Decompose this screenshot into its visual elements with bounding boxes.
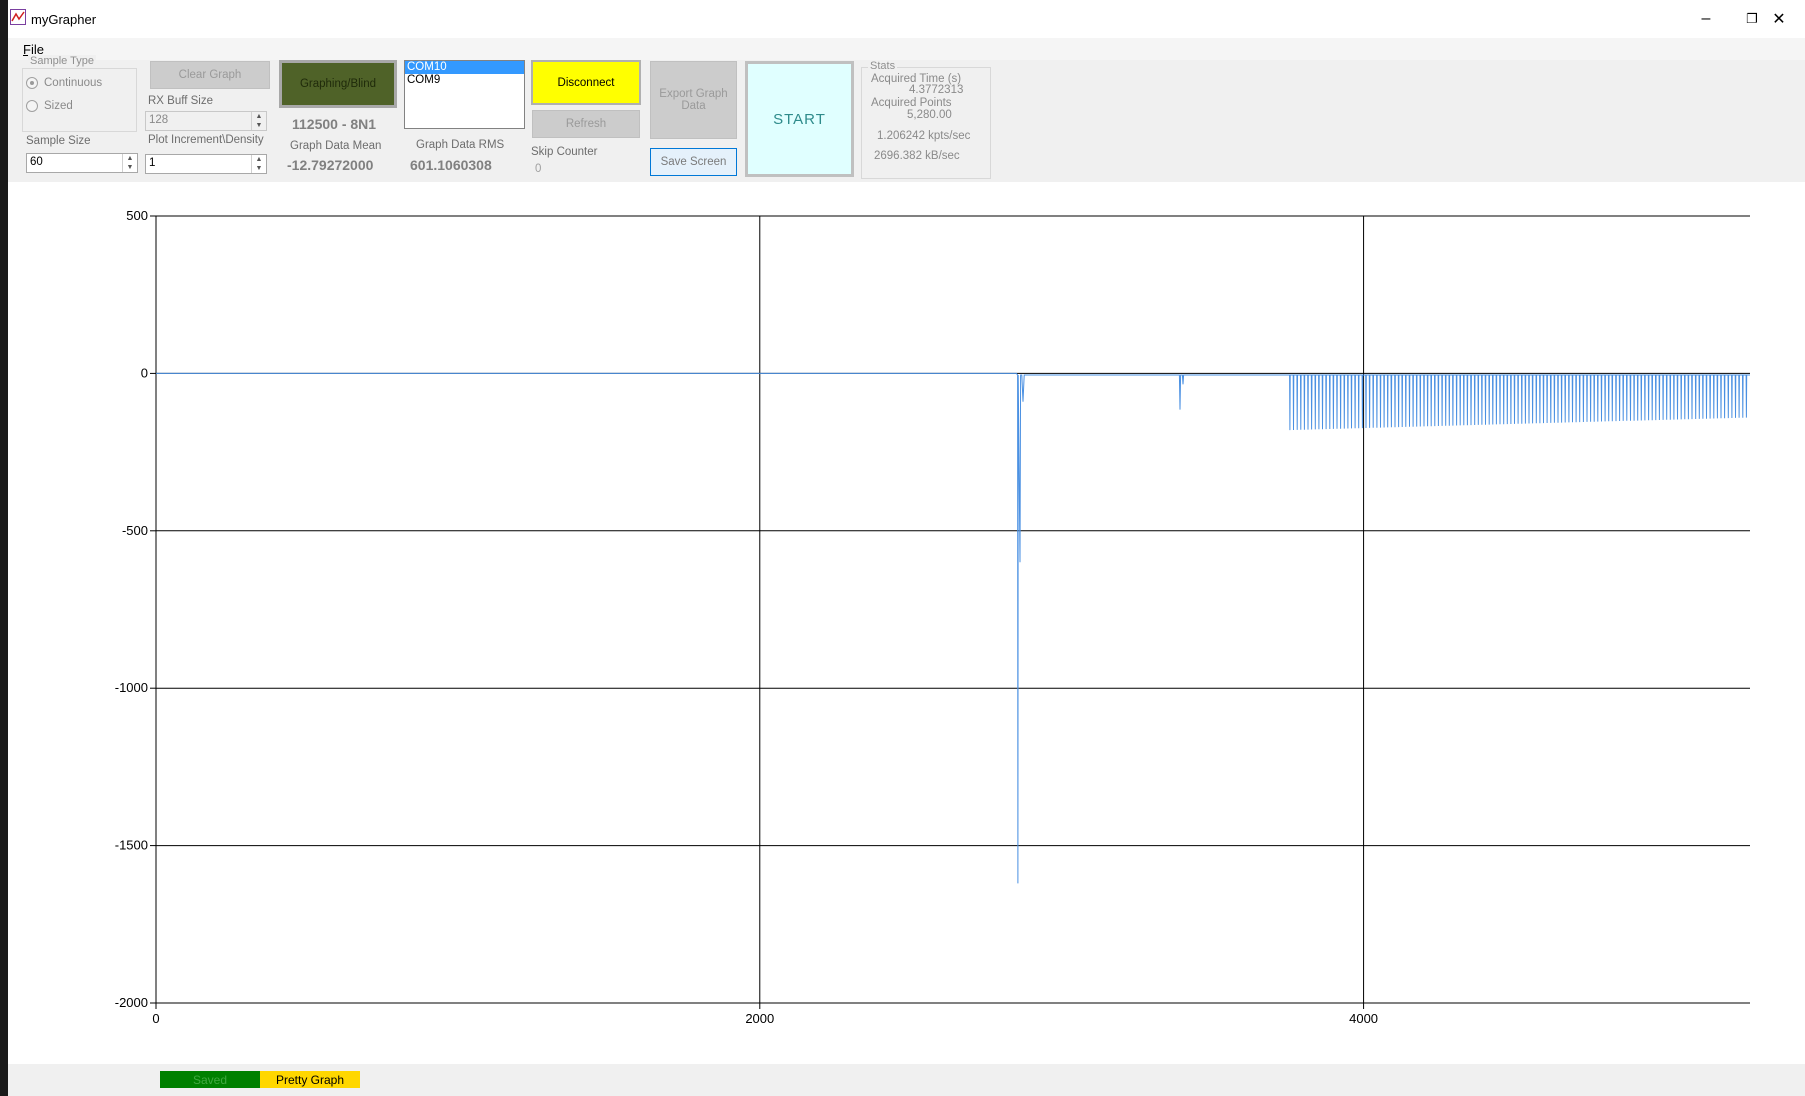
window-title: myGrapher [31,12,97,27]
y-tick-label: -500 [122,523,148,538]
rx-buff-value: 128 [149,114,169,126]
signal-chart: 500 0 -500 -1000 -1500 -2000 0 2000 4000 [115,208,1750,1026]
sample-type-legend: Sample Type [28,55,97,67]
radio-sized-label: Sized [44,100,73,112]
y-axis-ticks: 500 0 -500 -1000 -1500 -2000 [115,208,148,1010]
sample-size-label: Sample Size [26,135,91,147]
y-tick-label: -1500 [115,838,148,853]
graph-mean-label: Graph Data Mean [290,140,382,152]
skip-counter-value: 0 [535,163,542,175]
rx-buff-label: RX Buff Size [148,95,213,107]
sample-size-spinner[interactable]: ▲ ▼ [122,154,137,172]
status-pretty-graph: Pretty Graph [260,1071,360,1088]
plot-increment-label: Plot Increment\Density [148,134,264,146]
sample-size-input[interactable]: 60 ▲ ▼ [26,153,138,173]
port-listbox[interactable]: COM10 COM9 [404,60,525,129]
acquired-time-value: 4.3772313 [909,84,964,96]
plot-increment-spinner[interactable]: ▲ ▼ [251,155,266,173]
x-tick-label: 0 [152,1011,159,1026]
skip-counter-label: Skip Counter [531,146,598,158]
x-tick-label: 4000 [1349,1011,1378,1026]
acquired-points-label: Acquired Points [871,97,952,109]
acquired-points-value: 5,280.00 [907,109,952,121]
port-item-com9[interactable]: COM9 [405,74,524,87]
start-button[interactable]: START [745,61,854,177]
rx-buff-spinner[interactable]: ▲ ▼ [251,112,266,130]
port-item-com10[interactable]: COM10 [405,61,524,74]
plot-increment-value: 1 [149,157,156,169]
serial-config-text: 112500 - 8N1 [292,116,377,132]
sample-size-value: 60 [30,156,43,168]
menu-bar [8,38,1805,60]
signal-series-line [156,372,1750,884]
title-bar [8,0,1805,38]
kpts-rate: 1.206242 kpts/sec [877,130,971,142]
save-screen-button[interactable]: Save Screen [650,148,737,176]
radio-continuous[interactable] [26,77,38,89]
close-button[interactable]: ✕ [1756,0,1802,38]
graph-rms-label: Graph Data RMS [416,139,505,151]
y-tick-label: 0 [141,365,148,380]
plot-increment-input[interactable]: 1 ▲ ▼ [145,154,267,174]
chart-grid [150,215,1750,1009]
radio-sized[interactable] [26,100,38,112]
graph-rms-value: 601.1060308 [410,157,492,173]
radio-continuous-label: Continuous [44,77,103,89]
y-tick-label: -2000 [115,995,148,1010]
disconnect-button[interactable]: Disconnect [531,60,641,105]
rx-buff-input[interactable]: 128 ▲ ▼ [145,111,267,131]
refresh-button[interactable]: Refresh [532,110,640,138]
x-tick-label: 2000 [745,1011,774,1026]
graphing-blind-button[interactable]: Graphing/Blind [279,60,397,108]
kb-rate: 2696.382 kB/sec [874,150,960,162]
clear-graph-button[interactable]: Clear Graph [150,61,270,89]
y-tick-label: -1000 [115,680,148,695]
minimize-button[interactable]: – [1683,0,1729,38]
app-graph-icon [10,9,26,25]
y-tick-label: 500 [126,208,148,223]
x-axis-ticks: 0 2000 4000 [152,1011,1378,1026]
status-saved: Saved [160,1071,260,1088]
stats-legend: Stats [868,60,898,72]
graph-mean-value: -12.79272000 [287,157,374,173]
export-graph-data-button[interactable]: Export Graph Data [650,61,737,139]
